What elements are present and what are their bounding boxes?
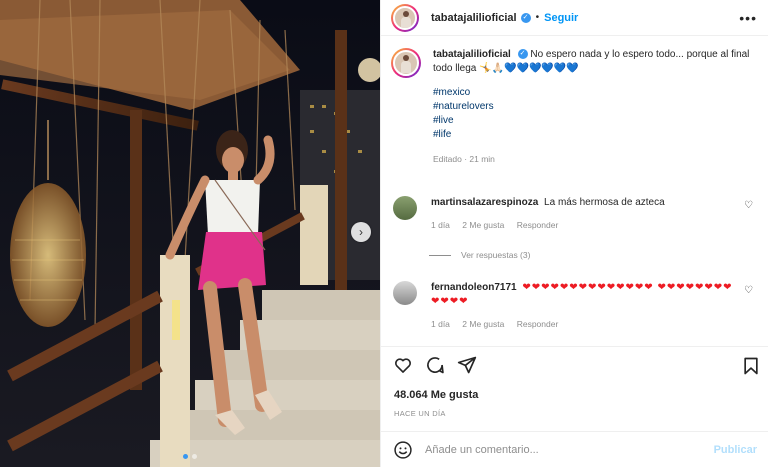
verified-badge-icon: ✓ xyxy=(517,49,528,60)
next-photo-button[interactable]: › xyxy=(351,222,371,242)
comment-likes[interactable]: 2 Me gusta xyxy=(462,319,504,329)
comment-input[interactable]: Añade un comentario... xyxy=(425,444,714,456)
smiley-icon[interactable] xyxy=(393,440,413,460)
caption-avatar[interactable] xyxy=(391,48,421,78)
author-avatar[interactable] xyxy=(391,3,419,32)
chevron-right-icon: › xyxy=(359,225,363,239)
verified-badge-icon: ✓ xyxy=(520,12,531,23)
replies-line xyxy=(429,254,451,256)
carousel-dot-2 xyxy=(192,454,197,459)
add-comment-bar: Añade un comentario... Publicar xyxy=(381,431,768,467)
reply-button[interactable]: Responder xyxy=(517,319,559,329)
view-replies-label: Ver respuestas (3) xyxy=(461,250,531,260)
comment-text: La más hermosa de azteca xyxy=(544,197,665,208)
hashtag-link[interactable]: #mexico xyxy=(433,86,753,100)
more-options-icon[interactable]: ••• xyxy=(739,10,757,26)
commenter-avatar[interactable] xyxy=(393,196,417,220)
caption-username[interactable]: tabatajalilioficial xyxy=(433,49,511,60)
comment-item: fernandoleon7171 ❤❤❤❤❤❤❤❤❤❤❤❤❤❤ ❤❤❤❤❤❤❤❤… xyxy=(393,281,759,331)
comment-username[interactable]: martinsalazarespinoza xyxy=(431,197,538,208)
like-comment-icon[interactable]: ♡ xyxy=(744,285,753,296)
commenter-avatar[interactable] xyxy=(393,281,417,305)
bookmark-icon[interactable] xyxy=(741,356,761,376)
header-separator: • xyxy=(535,12,540,23)
comment-username[interactable]: fernandoleon7171 xyxy=(431,282,517,293)
like-count[interactable]: 48.064 Me gusta xyxy=(394,389,478,401)
follow-button[interactable]: Seguir xyxy=(544,12,578,24)
post-timestamp[interactable]: HACE UN DÍA xyxy=(394,409,446,418)
like-comment-icon[interactable]: ♡ xyxy=(744,200,753,211)
hashtag-list: #mexico #naturelovers #live #life xyxy=(433,86,753,142)
comment-time[interactable]: 1 día xyxy=(431,220,450,230)
hashtag-link[interactable]: #life xyxy=(433,128,753,142)
carousel-dot-1 xyxy=(183,454,188,459)
post-photo[interactable]: › xyxy=(0,0,380,467)
post-side-panel: tabatajalilioficial ✓ • Seguir ••• tabat… xyxy=(380,0,768,467)
caption-body: tabatajalilioficial ✓ No espero nada y l… xyxy=(433,48,753,166)
post-header: tabatajalilioficial ✓ • Seguir ••• xyxy=(381,0,768,36)
carousel-indicator xyxy=(0,454,380,459)
comment-time[interactable]: 1 día xyxy=(431,319,450,329)
hashtag-link[interactable]: #naturelovers xyxy=(433,100,753,114)
paper-plane-icon[interactable] xyxy=(457,355,477,375)
comment-likes[interactable]: 2 Me gusta xyxy=(462,220,504,230)
publish-button[interactable]: Publicar xyxy=(714,444,757,456)
photo-illustration xyxy=(0,0,380,467)
post-modal: › tabatajalilioficial ✓ • Seguir ••• tab… xyxy=(0,0,768,467)
reply-button[interactable]: Responder xyxy=(517,220,559,230)
post-caption: tabatajalilioficial ✓ No espero nada y l… xyxy=(391,48,759,166)
comment-item: martinsalazarespinoza La más hermosa de … xyxy=(393,196,759,232)
edited-timestamp: Editado · 21 min xyxy=(433,154,495,164)
hashtag-link[interactable]: #live xyxy=(433,114,753,128)
view-replies[interactable]: Ver respuestas (3) xyxy=(429,250,530,260)
author-username[interactable]: tabatajalilioficial xyxy=(431,12,517,24)
heart-outline-icon[interactable] xyxy=(393,355,413,375)
comment-icon[interactable] xyxy=(425,355,445,375)
